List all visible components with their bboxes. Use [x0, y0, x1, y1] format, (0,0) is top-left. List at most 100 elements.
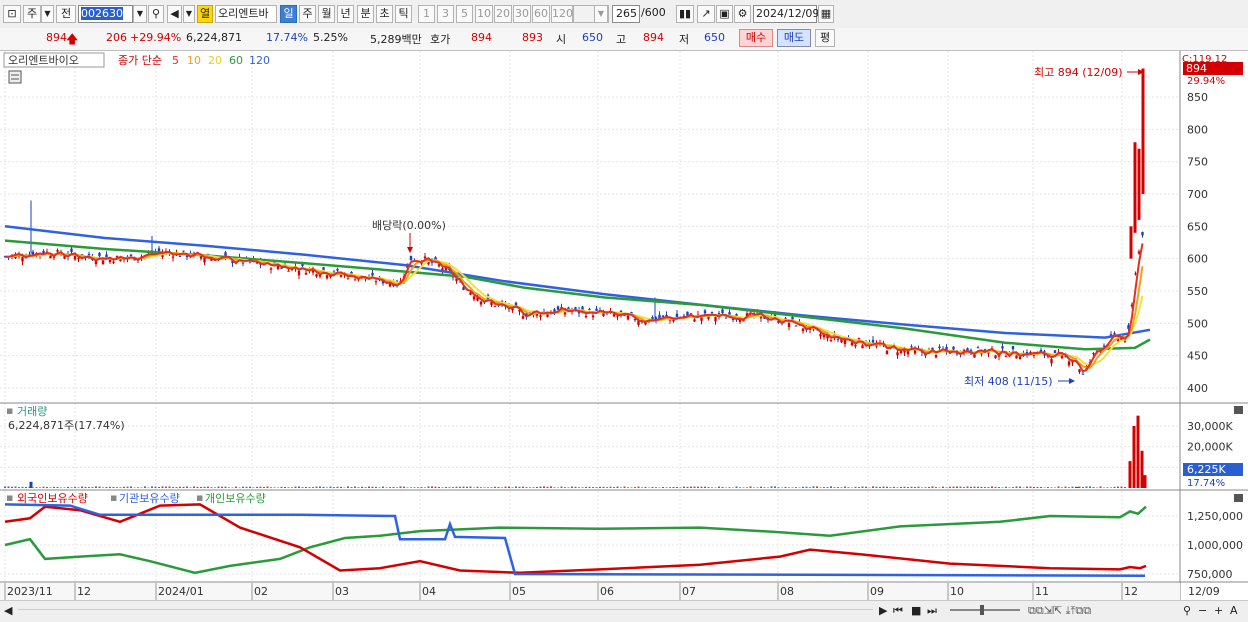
volume-bar	[575, 487, 577, 488]
candle-body	[721, 309, 723, 313]
type-dropdown-icon[interactable]: ▼	[41, 5, 54, 23]
volume-bar	[946, 487, 948, 488]
jump-start-icon[interactable]: ⏮	[893, 604, 903, 618]
auto-scale-icon[interactable]: A	[1230, 604, 1238, 617]
x-tick-label: 12	[77, 585, 91, 598]
sell-button[interactable]: 매도	[777, 29, 811, 47]
zoom-slider[interactable]	[950, 609, 1020, 611]
volume-bar	[421, 487, 423, 488]
candle-body	[837, 339, 839, 340]
minute-120[interactable]: 120	[551, 5, 573, 23]
layout-icon[interactable]: ⊡	[3, 5, 21, 23]
draw-tools-icon[interactable]: ⧉⧉⇲⇱ ⤓⤒⧉⧉	[1028, 604, 1091, 618]
stop-icon[interactable]: ■	[911, 604, 921, 617]
jump-end-icon[interactable]: ⏭	[927, 604, 937, 618]
volume-bar	[900, 487, 902, 488]
volume-bar	[701, 487, 703, 488]
volume-bar	[389, 487, 391, 488]
minute-10[interactable]: 10	[475, 5, 493, 23]
chart-scrollbar: ◀ ▶ ⏮ ■ ⏭ ⧉⧉⇲⇱ ⤓⤒⧉⧉ ⚲ − + A	[0, 600, 1248, 622]
stock-name-field[interactable]: 오리엔트바	[215, 5, 277, 23]
volume-bar	[1012, 487, 1014, 488]
minute-1[interactable]: 1	[418, 5, 435, 23]
volume-bar	[193, 486, 195, 488]
period-tick[interactable]: 틱	[395, 5, 412, 23]
speaker-dropdown-icon[interactable]: ▼	[183, 5, 195, 23]
scroll-left-icon[interactable]: ◀	[4, 604, 12, 617]
volume-bar	[340, 487, 342, 488]
volume-bar	[459, 487, 461, 488]
calendar-icon[interactable]: ▦	[818, 5, 834, 23]
candle-body	[105, 254, 107, 257]
period-month[interactable]: 월	[318, 5, 335, 23]
volume-bar	[886, 487, 888, 488]
stock-chart[interactable]: 오리엔트바이오 종가 단순 5 10 20 60 120 최고 894 (12/…	[0, 51, 1248, 600]
open-label: 시	[556, 31, 566, 47]
volume-bar	[862, 487, 864, 488]
search-zoom-icon[interactable]: ⚲	[1183, 604, 1191, 617]
volume-bar	[823, 487, 825, 488]
type-select[interactable]: 주	[23, 5, 41, 23]
volume-bar	[1068, 487, 1070, 488]
gear-icon[interactable]: ⚙	[734, 5, 751, 23]
minute-3[interactable]: 3	[437, 5, 454, 23]
date-field[interactable]: 2024/12/09	[753, 5, 817, 23]
minute-20[interactable]: 20	[494, 5, 512, 23]
x-tick-label: 2023/11	[7, 585, 53, 598]
period-week[interactable]: 주	[299, 5, 316, 23]
volume-bar	[197, 487, 199, 488]
holding-pane-close-icon[interactable]	[1234, 494, 1243, 502]
candle-body	[1012, 346, 1014, 349]
stock-code-field[interactable]: 002630	[78, 5, 133, 23]
stock-label: 오리엔트바이오	[8, 54, 79, 67]
volume-bar	[603, 487, 605, 488]
volume-bar	[638, 487, 640, 488]
ma60-label: 60	[229, 54, 243, 67]
speaker-icon[interactable]: ◀	[167, 5, 182, 23]
volume-bar	[1079, 487, 1081, 488]
grid-toggle-icon[interactable]	[9, 71, 21, 83]
volume-bar	[442, 487, 444, 488]
code-dropdown-icon[interactable]: ▼	[133, 5, 147, 23]
zoom-out-icon[interactable]: −	[1198, 604, 1207, 617]
period-second[interactable]: 초	[376, 5, 393, 23]
scroll-right-icon[interactable]: ▶	[879, 604, 887, 617]
volume-bar	[1076, 487, 1079, 488]
zoom-in-icon[interactable]: +	[1214, 604, 1223, 617]
candle-body	[1130, 226, 1133, 258]
period-year[interactable]: 년	[337, 5, 354, 23]
buy-button[interactable]: 매수	[739, 29, 773, 47]
volume-bar	[260, 487, 262, 488]
candle-body	[1092, 353, 1094, 354]
zoom-slider-handle[interactable]	[980, 605, 984, 615]
indicator-icon[interactable]: ↗	[697, 5, 715, 23]
minute-30[interactable]: 30	[513, 5, 531, 23]
volume-bar	[78, 487, 80, 488]
minute-60[interactable]: 60	[532, 5, 550, 23]
group-button[interactable]: 열	[197, 5, 213, 23]
search-icon[interactable]: ⚲	[148, 5, 164, 23]
eval-button[interactable]: 평	[815, 29, 835, 47]
volume-bar	[662, 487, 664, 488]
volume-bar	[872, 486, 874, 488]
count-field[interactable]: 265	[612, 5, 640, 23]
volume-bar	[568, 487, 570, 488]
volume-bar	[396, 487, 398, 488]
last-price-pct: 29.94%	[1187, 76, 1225, 87]
volume-bar	[820, 487, 822, 488]
candle-type-icon[interactable]: ▮▮	[676, 5, 694, 23]
custom-period-dropdown-icon[interactable]: ▼	[594, 5, 608, 23]
period-day[interactable]: 일	[280, 5, 297, 23]
candle-body	[791, 317, 793, 320]
volume-bar	[435, 487, 437, 488]
volume-bar	[1033, 487, 1035, 488]
volume-bar	[739, 487, 741, 488]
prefix-button[interactable]: 전	[56, 5, 76, 23]
volume-bar	[1110, 487, 1112, 488]
volume-bar	[935, 487, 937, 488]
volume-pane-close-icon[interactable]	[1234, 406, 1243, 414]
save-icon[interactable]: ▣	[716, 5, 733, 23]
period-minute[interactable]: 분	[357, 5, 374, 23]
scroll-track[interactable]	[18, 609, 873, 615]
minute-5[interactable]: 5	[456, 5, 473, 23]
